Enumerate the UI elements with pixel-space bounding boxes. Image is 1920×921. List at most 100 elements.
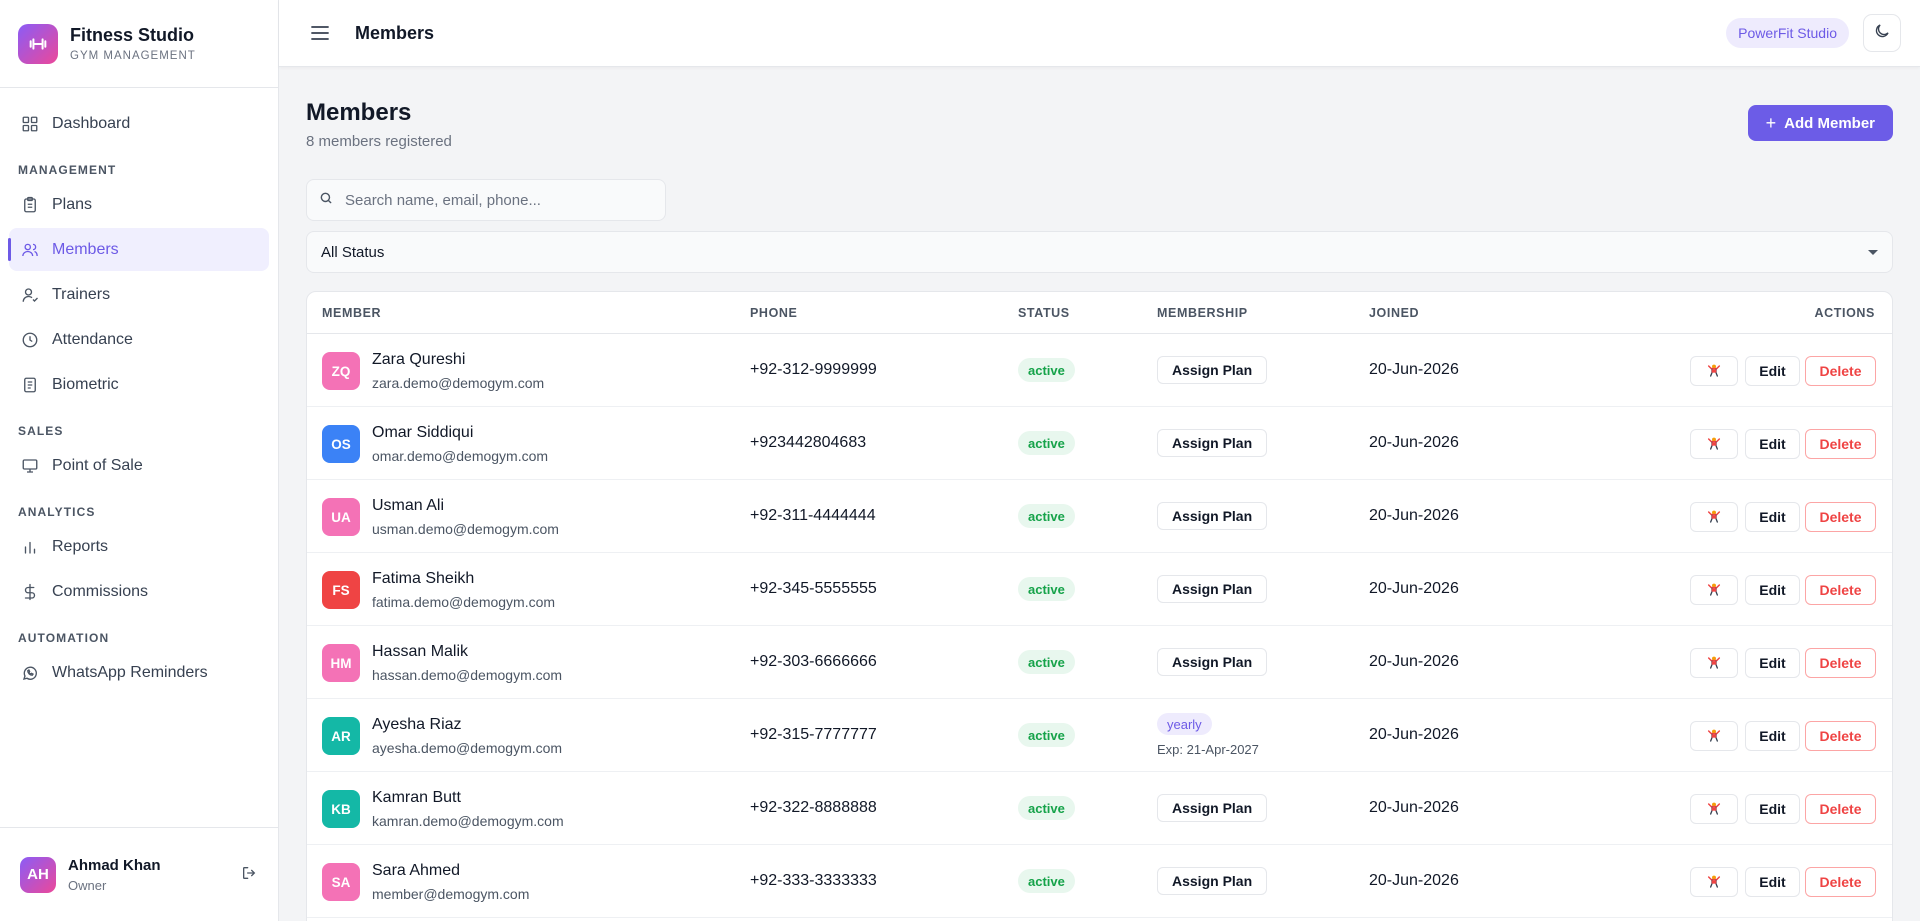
- status-badge: active: [1018, 869, 1075, 893]
- assign-plan-button[interactable]: Assign Plan: [1157, 794, 1268, 822]
- member-name[interactable]: Sara Ahmed: [372, 862, 460, 880]
- header-actions: ACTIONS: [1814, 306, 1875, 320]
- sidebar-item-biometric[interactable]: Biometric: [9, 363, 269, 406]
- section-automation: AUTOMATION: [18, 631, 110, 645]
- header-joined: JOINED: [1369, 306, 1420, 320]
- attendance-action-button[interactable]: [1690, 794, 1738, 824]
- table-row: OS Omar Siddiqui omar.demo@demogym.com +…: [307, 407, 1892, 480]
- edit-button[interactable]: Edit: [1745, 721, 1800, 751]
- attendance-action-button[interactable]: [1690, 429, 1738, 459]
- person-lifting-icon: [1706, 508, 1722, 527]
- assign-plan-button[interactable]: Assign Plan: [1157, 429, 1268, 457]
- member-avatar: FS: [322, 571, 360, 609]
- delete-button[interactable]: Delete: [1805, 794, 1876, 824]
- assign-plan-button[interactable]: Assign Plan: [1157, 867, 1268, 895]
- member-name[interactable]: Kamran Butt: [372, 789, 461, 807]
- sidebar-item-trainers[interactable]: Trainers: [9, 273, 269, 316]
- attendance-action-button[interactable]: [1690, 575, 1738, 605]
- member-name[interactable]: Zara Qureshi: [372, 351, 465, 369]
- status-badge: active: [1018, 650, 1075, 674]
- sidebar-item-attendance[interactable]: Attendance: [9, 318, 269, 361]
- member-name[interactable]: Omar Siddiqui: [372, 424, 473, 442]
- sidebar-item-label: Commissions: [52, 582, 149, 600]
- member-avatar: SA: [322, 863, 360, 901]
- header-phone: PHONE: [750, 306, 798, 320]
- edit-button[interactable]: Edit: [1745, 794, 1800, 824]
- theme-toggle-button[interactable]: [1863, 14, 1901, 52]
- edit-button[interactable]: Edit: [1745, 867, 1800, 897]
- sidebar-item-label: Attendance: [52, 330, 133, 348]
- delete-button[interactable]: Delete: [1805, 867, 1876, 897]
- sidebar-item-label: Dashboard: [52, 114, 131, 132]
- add-member-label: Add Member: [1784, 114, 1875, 132]
- member-avatar: OS: [322, 425, 360, 463]
- member-name[interactable]: Usman Ali: [372, 497, 444, 515]
- delete-button[interactable]: Delete: [1805, 648, 1876, 678]
- assign-plan-button[interactable]: Assign Plan: [1157, 356, 1268, 384]
- member-name[interactable]: Fatima Sheikh: [372, 570, 474, 588]
- sidebar-item-point-of-sale[interactable]: Point of Sale: [9, 444, 269, 487]
- status-filter-select[interactable]: All Status: [306, 231, 1893, 273]
- sidebar-item-label: WhatsApp Reminders: [52, 663, 208, 681]
- edit-button[interactable]: Edit: [1745, 575, 1800, 605]
- users-icon: [20, 240, 40, 260]
- search-input[interactable]: [345, 191, 645, 209]
- assign-plan-button[interactable]: Assign Plan: [1157, 502, 1268, 530]
- status-badge: active: [1018, 577, 1075, 601]
- assign-plan-button[interactable]: Assign Plan: [1157, 575, 1268, 603]
- header-member: MEMBER: [322, 306, 382, 320]
- sidebar-item-plans[interactable]: Plans: [9, 183, 269, 226]
- clipboard-icon: [20, 195, 40, 215]
- sidebar-item-label: Biometric: [52, 375, 119, 393]
- user-name: Ahmad Khan: [68, 856, 161, 874]
- menu-icon[interactable]: [308, 21, 332, 45]
- delete-button[interactable]: Delete: [1805, 356, 1876, 386]
- attendance-action-button[interactable]: [1690, 648, 1738, 678]
- search-icon: [319, 191, 333, 210]
- delete-button[interactable]: Delete: [1805, 575, 1876, 605]
- page-title: Members: [306, 99, 412, 126]
- member-joined: 20-Jun-2026: [1369, 726, 1459, 743]
- edit-button[interactable]: Edit: [1745, 648, 1800, 678]
- member-email: usman.demo@demogym.com: [372, 521, 559, 537]
- table-body: ZQ Zara Qureshi zara.demo@demogym.com +9…: [307, 334, 1892, 918]
- attendance-action-button[interactable]: [1690, 502, 1738, 532]
- sidebar-item-commissions[interactable]: Commissions: [9, 570, 269, 613]
- member-name[interactable]: Ayesha Riaz: [372, 716, 462, 734]
- member-joined: 20-Jun-2026: [1369, 653, 1459, 670]
- plan-expiry: Exp: 21-Apr-2027: [1157, 742, 1259, 757]
- member-name[interactable]: Hassan Malik: [372, 643, 468, 661]
- member-joined: 20-Jun-2026: [1369, 434, 1459, 451]
- sidebar-item-reports[interactable]: Reports: [9, 525, 269, 568]
- sidebar-item-whatsapp-reminders[interactable]: WhatsApp Reminders: [9, 651, 269, 694]
- edit-button[interactable]: Edit: [1745, 429, 1800, 459]
- member-avatar: HM: [322, 644, 360, 682]
- sidebar-item-dashboard[interactable]: Dashboard: [9, 102, 269, 145]
- user-profile: AH Ahmad Khan Owner: [0, 827, 279, 921]
- page-subtitle: 8 members registered: [306, 133, 452, 150]
- table-row: AR Ayesha Riaz ayesha.demo@demogym.com +…: [307, 699, 1892, 772]
- member-joined: 20-Jun-2026: [1369, 580, 1459, 597]
- delete-button[interactable]: Delete: [1805, 721, 1876, 751]
- add-member-button[interactable]: + Add Member: [1747, 105, 1893, 141]
- edit-button[interactable]: Edit: [1745, 502, 1800, 532]
- plus-icon: +: [1765, 112, 1777, 133]
- member-phone: +92-345-5555555: [750, 580, 877, 597]
- logout-icon[interactable]: [239, 863, 259, 883]
- edit-button[interactable]: Edit: [1745, 356, 1800, 386]
- whatsapp-icon: [20, 663, 40, 683]
- person-lifting-icon: [1706, 654, 1722, 673]
- attendance-action-button[interactable]: [1690, 721, 1738, 751]
- sidebar-item-members[interactable]: Members: [8, 228, 269, 271]
- attendance-action-button[interactable]: [1690, 356, 1738, 386]
- delete-button[interactable]: Delete: [1805, 502, 1876, 532]
- member-avatar: KB: [322, 790, 360, 828]
- section-management: MANAGEMENT: [18, 163, 117, 177]
- assign-plan-button[interactable]: Assign Plan: [1157, 648, 1268, 676]
- attendance-action-button[interactable]: [1690, 867, 1738, 897]
- moon-icon: [1873, 22, 1891, 45]
- delete-button[interactable]: Delete: [1805, 429, 1876, 459]
- avatar: AH: [20, 856, 56, 893]
- brand-title: Fitness Studio: [70, 25, 195, 45]
- bar-chart-icon: [20, 537, 40, 557]
